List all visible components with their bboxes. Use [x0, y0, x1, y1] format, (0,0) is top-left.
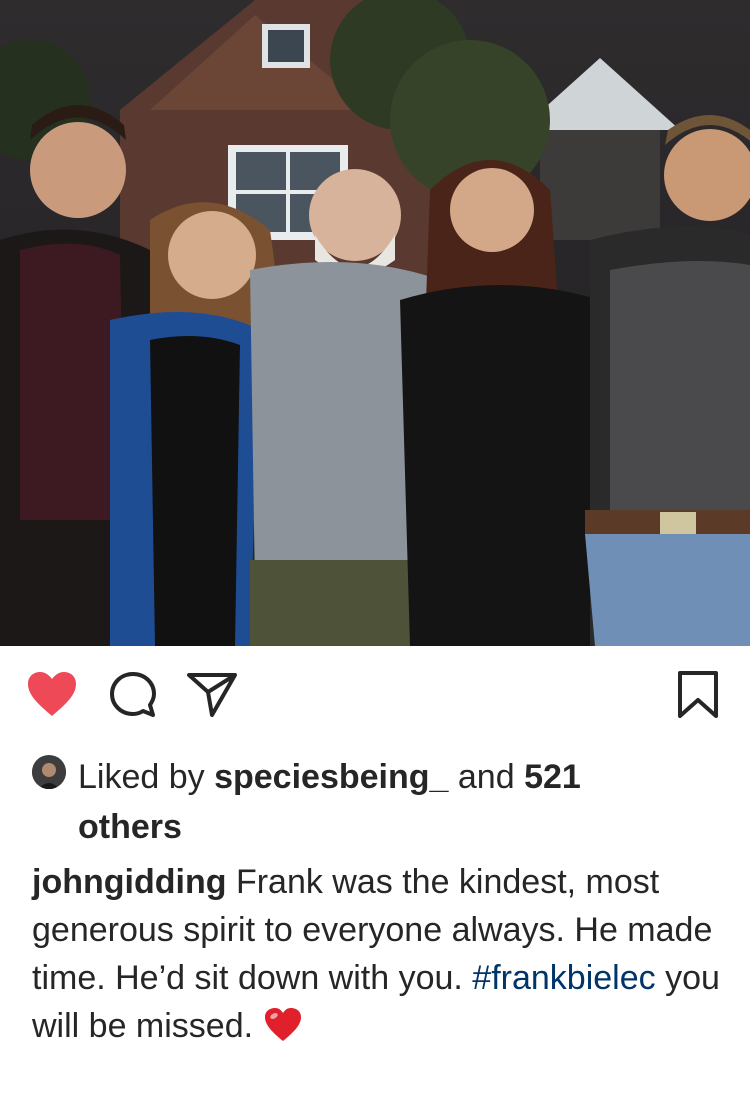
- liked-count[interactable]: 521: [524, 758, 581, 796]
- comment-icon[interactable]: [108, 670, 158, 725]
- liked-by-username[interactable]: speciesbeing_: [214, 758, 448, 796]
- liked-by-and: and: [457, 758, 515, 796]
- caption-username[interactable]: johngidding: [32, 863, 227, 901]
- liker-avatar[interactable]: [32, 755, 66, 789]
- post-image[interactable]: [0, 0, 750, 646]
- heart-filled-icon[interactable]: [26, 670, 78, 723]
- bookmark-icon[interactable]: [676, 670, 720, 725]
- caption-hashtag[interactable]: #frankbielec: [472, 959, 655, 997]
- liked-others[interactable]: others: [78, 808, 182, 846]
- post-caption: johngidding Frank was the kindest, most …: [32, 858, 722, 1056]
- red-heart-emoji-icon: [263, 1007, 303, 1056]
- liked-by-prefix: Liked by: [78, 758, 205, 796]
- likes-summary[interactable]: Liked by speciesbeing_ and 521 others: [32, 752, 722, 852]
- paper-plane-icon[interactable]: [186, 670, 238, 723]
